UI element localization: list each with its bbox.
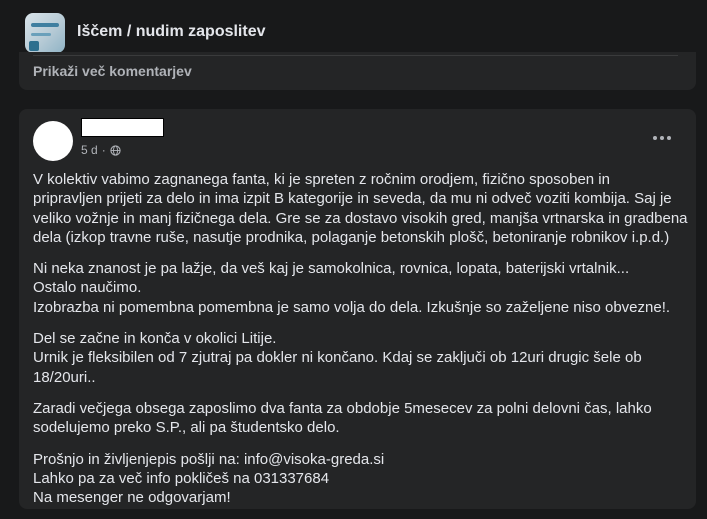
post-timestamp[interactable]: 5 d — [81, 143, 98, 157]
post-text-line: Na mesenger ne odgovarjam! — [33, 489, 231, 507]
post-text-line: Izobrazba ni pomembna pomembna je samo v… — [33, 298, 671, 316]
post-text-line: dela (izkop travne ruše, nasutje prodnik… — [33, 228, 670, 246]
separator-dot: · — [101, 143, 106, 157]
globe-icon — [110, 144, 121, 156]
group-title[interactable]: Iščem / nudim zaposlitev — [77, 23, 266, 41]
more-options-icon[interactable] — [650, 128, 674, 148]
divider — [33, 55, 678, 56]
post-text-line: Zaradi večjega obsega zaposlimo dva fant… — [33, 399, 652, 417]
post-text-line: Ostalo naučimo. — [33, 279, 142, 297]
post-paragraph: Del se začne in konča v okolici Litije. … — [33, 329, 678, 387]
post-text-line: Lahko pa za več info pokličeš na 0313376… — [33, 469, 330, 487]
group-thumbnail[interactable] — [25, 13, 65, 53]
post-paragraph: Prošnjo in življenjepis pošlji na: info@… — [33, 450, 678, 508]
post-paragraph: Zaradi večjega obsega zaposlimo dva fant… — [33, 399, 678, 438]
post-text-line: sodelujemo preko S.P., ali pa študentsko… — [33, 419, 340, 437]
post-paragraph: Ni neka znanost je pa lažje, da veš kaj … — [33, 259, 678, 317]
post-body: V kolektiv vabimo zagnanega fanta, ki je… — [33, 170, 688, 519]
show-more-comments-link[interactable]: Prikaži več komentarjev — [33, 63, 192, 79]
post-meta: 5 d · — [81, 143, 121, 157]
post-text-line: 18/20uri.. — [33, 368, 96, 386]
author-name-redacted[interactable] — [81, 118, 164, 137]
post-text-line: V kolektiv vabimo zagnanega fanta, ki je… — [33, 171, 610, 188]
post-text-line: Ni neka znanost je pa lažje, da veš kaj … — [33, 260, 630, 278]
post-text-line: veliko vožnje in manj fizičnega dela. Gr… — [33, 209, 688, 227]
post-paragraph: V kolektiv vabimo zagnanega fanta, ki je… — [33, 170, 688, 247]
post-text-line: pripravljen prijeti za delo in ima izpit… — [33, 190, 672, 208]
author-avatar[interactable] — [33, 121, 73, 161]
post-text-line: Del se začne in konča v okolici Litije. — [33, 330, 277, 348]
post-text-line: Prošnjo in življenjepis pošlji na: info@… — [33, 450, 385, 468]
post-text-line: Urnik je fleksibilen od 7 zjutraj pa dok… — [33, 349, 642, 367]
